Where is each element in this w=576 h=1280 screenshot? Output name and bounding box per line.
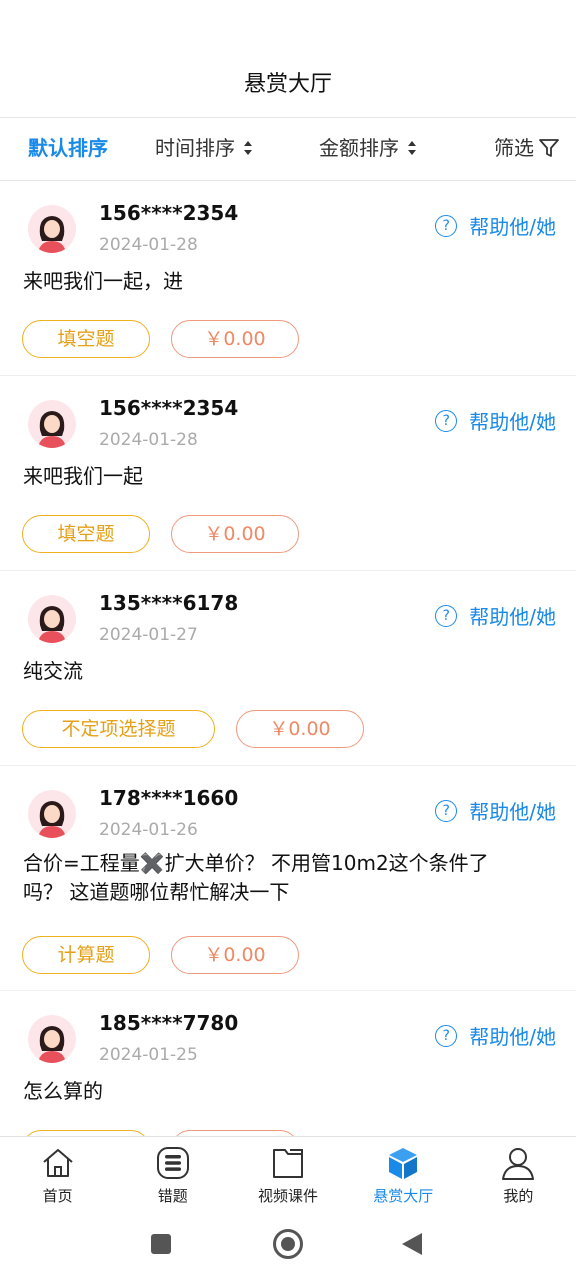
post-content: 怎么算的 — [23, 1079, 103, 1103]
question-icon: ? — [435, 409, 458, 432]
post-card[interactable]: 156****2354 2024-01-28 ? 帮助他/她 来吧我们一起，进 … — [0, 181, 576, 376]
question-icon: ? — [435, 1024, 458, 1047]
reward-amount-tag: ￥0.00 — [236, 710, 364, 748]
help-button[interactable]: ? 帮助他/她 — [435, 796, 556, 825]
post-content: 纯交流 — [23, 659, 83, 683]
tab-home[interactable]: 首页 — [0, 1137, 115, 1213]
post-date: 2024-01-28 — [99, 430, 198, 450]
post-card[interactable]: 156****2354 2024-01-28 ? 帮助他/她 来吧我们一起 填空… — [0, 376, 576, 571]
username: 135****6178 — [99, 591, 239, 615]
post-content-line: 吗？ 这道题哪位帮忙解决一下 — [23, 880, 290, 904]
tab-label: 视频课件 — [258, 1187, 319, 1205]
list-icon — [156, 1147, 189, 1179]
username: 156****2354 — [99, 201, 239, 225]
help-button[interactable]: ? 帮助他/她 — [435, 211, 556, 240]
back-button[interactable] — [402, 1233, 422, 1255]
tab-wrong-questions[interactable]: 错题 — [115, 1137, 230, 1213]
bottom-tab-bar: 首页 错题 视频课件 悬赏大厅 我的 — [0, 1136, 576, 1213]
reward-amount-tag: ￥0.00 — [171, 320, 299, 358]
post-list: 156****2354 2024-01-28 ? 帮助他/她 来吧我们一起，进 … — [0, 181, 576, 1136]
reward-amount-tag: ￥0.00 — [171, 936, 299, 974]
filter-label: 筛选 — [494, 136, 534, 160]
avatar — [28, 1015, 76, 1063]
sort-default-tab[interactable]: 默认排序 — [28, 132, 108, 164]
cube-icon — [389, 1148, 418, 1179]
post-date: 2024-01-28 — [99, 235, 198, 255]
tab-label: 悬赏大厅 — [373, 1187, 434, 1205]
tab-label: 我的 — [503, 1187, 534, 1205]
sort-time-tab[interactable]: 时间排序 — [155, 132, 253, 164]
post-date: 2024-01-25 — [99, 1045, 198, 1065]
help-label: 帮助他/她 — [469, 215, 556, 239]
tab-label: 错题 — [157, 1187, 188, 1205]
sort-bar: 默认排序 时间排序 金额排序 筛选 — [0, 118, 576, 181]
post-content-line: 合价=工程量✖️扩大单价？ 不用管10m2这个条件了 — [23, 851, 489, 875]
post-content: 来吧我们一起，进 — [23, 269, 183, 293]
reward-amount-tag: ￥0.00 — [171, 515, 299, 553]
sort-arrows-icon — [407, 140, 417, 156]
help-button[interactable]: ? 帮助他/她 — [435, 601, 556, 630]
sort-default-label: 默认排序 — [28, 136, 108, 160]
avatar — [28, 400, 76, 448]
post-card[interactable]: 185****7780 2024-01-25 ? 帮助他/她 怎么算的 — [0, 991, 576, 1136]
tab-video-courseware[interactable]: 视频课件 — [230, 1137, 345, 1213]
question-icon: ? — [435, 799, 458, 822]
post-card[interactable]: 135****6178 2024-01-27 ? 帮助他/她 纯交流 不定项选择… — [0, 571, 576, 766]
question-type-tag: 计算题 — [22, 936, 150, 974]
post-content: 来吧我们一起 — [23, 464, 143, 488]
help-label: 帮助他/她 — [469, 1025, 556, 1049]
question-icon: ? — [435, 604, 458, 627]
sort-amount-tab[interactable]: 金额排序 — [319, 132, 417, 164]
question-type-tag: 填空题 — [22, 515, 150, 553]
sort-arrows-icon — [243, 140, 253, 156]
top-header: 悬赏大厅 — [0, 0, 576, 118]
username: 185****7780 — [99, 1011, 239, 1035]
page-title: 悬赏大厅 — [243, 72, 332, 97]
username: 178****1660 — [99, 786, 239, 810]
folder-icon — [273, 1149, 303, 1178]
help-label: 帮助他/她 — [469, 605, 556, 629]
help-label: 帮助他/她 — [469, 410, 556, 434]
filter-button[interactable]: 筛选 — [494, 132, 560, 164]
post-date: 2024-01-26 — [99, 820, 198, 840]
username: 156****2354 — [99, 396, 239, 420]
question-type-tag: 不定项选择题 — [22, 710, 215, 748]
home-button[interactable] — [273, 1229, 303, 1259]
post-card[interactable]: 178****1660 2024-01-26 ? 帮助他/她 合价=工程量✖️扩… — [0, 766, 576, 991]
tab-mine[interactable]: 我的 — [461, 1137, 576, 1213]
avatar — [28, 205, 76, 253]
post-date: 2024-01-27 — [99, 625, 198, 645]
help-button[interactable]: ? 帮助他/她 — [435, 406, 556, 435]
question-icon: ? — [435, 214, 458, 237]
filter-icon — [539, 139, 559, 157]
avatar — [28, 790, 76, 838]
sort-time-label: 时间排序 — [155, 136, 235, 160]
avatar — [28, 595, 76, 643]
tab-reward-hall[interactable]: 悬赏大厅 — [346, 1137, 461, 1213]
system-nav-bar — [0, 1212, 576, 1280]
help-label: 帮助他/她 — [469, 800, 556, 824]
home-icon — [42, 1149, 73, 1177]
question-type-tag: 填空题 — [22, 320, 150, 358]
recent-apps-button[interactable] — [151, 1234, 171, 1254]
user-icon — [502, 1148, 535, 1180]
tab-label: 首页 — [42, 1187, 73, 1205]
help-button[interactable]: ? 帮助他/她 — [435, 1021, 556, 1050]
sort-amount-label: 金额排序 — [319, 136, 399, 160]
